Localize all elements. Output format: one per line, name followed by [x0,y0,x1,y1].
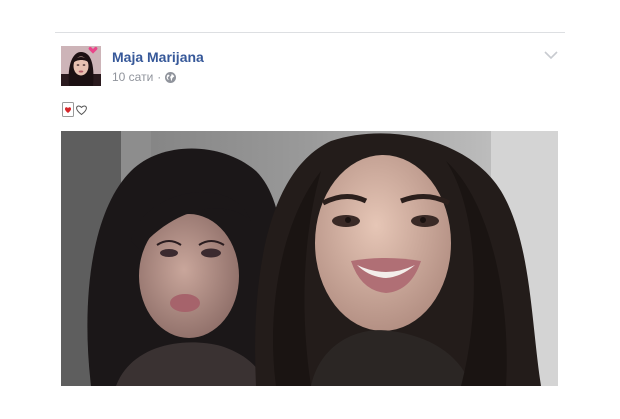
playing-card-hearts-icon [62,101,74,117]
white-heart-icon [75,103,88,116]
selfie-photo-image [61,131,558,386]
facebook-post-page: Maja Marijana 10 сати · [0,0,620,419]
post-timestamp[interactable]: 10 сати [112,70,153,84]
author-name-link[interactable]: Maja Marijana [112,49,204,65]
globe-icon[interactable] [165,71,177,83]
post-options-button[interactable] [543,48,559,60]
post-text [62,101,88,117]
meta-separator: · [157,70,162,84]
post-card: Maja Marijana 10 сати · [55,33,565,419]
avatar[interactable] [61,46,101,86]
chevron-down-icon [544,51,558,60]
avatar-image [61,46,101,86]
post-meta: 10 сати · [112,70,177,84]
post-photo[interactable] [61,131,558,386]
